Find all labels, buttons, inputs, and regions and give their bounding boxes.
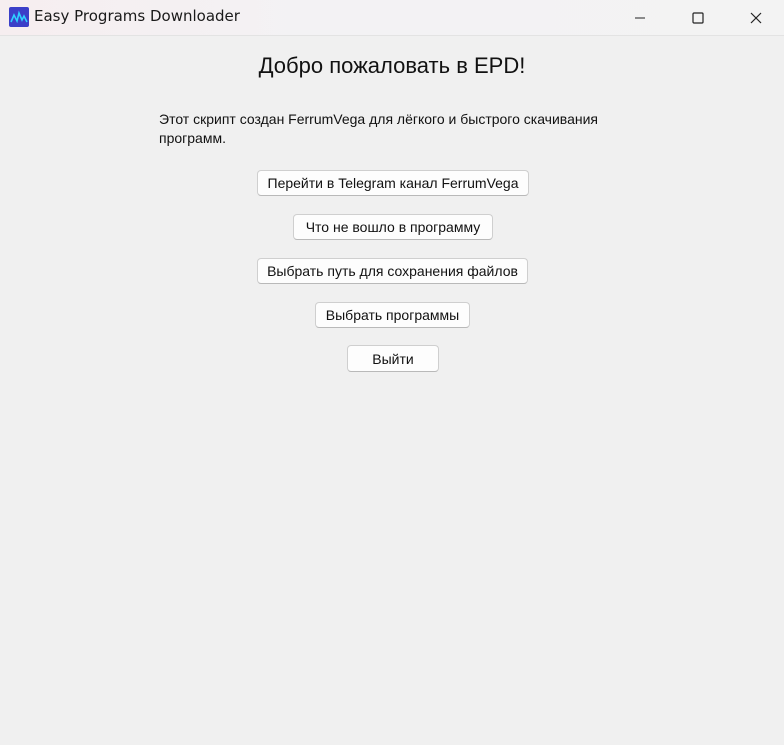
- window-title: Easy Programs Downloader: [34, 7, 240, 25]
- choose-save-path-button[interactable]: Выбрать путь для сохранения файлов: [257, 258, 528, 284]
- welcome-heading: Добро пожаловать в EPD!: [258, 53, 526, 78]
- close-icon: [750, 12, 762, 23]
- telegram-channel-button[interactable]: Перейти в Telegram канал FerrumVega: [257, 170, 529, 196]
- description-text: Этот скрипт создан FerrumVega для лёгког…: [159, 111, 598, 146]
- maximize-button[interactable]: [674, 0, 722, 35]
- exit-button[interactable]: Выйти: [347, 345, 439, 372]
- app-logo-icon: [9, 7, 29, 27]
- close-button[interactable]: [732, 0, 780, 35]
- title-bar[interactable]: Easy Programs Downloader: [0, 0, 784, 36]
- minimize-button[interactable]: [616, 0, 664, 35]
- not-included-button[interactable]: Что не вошло в программу: [293, 214, 493, 240]
- maximize-icon: [692, 11, 704, 24]
- app-window: Easy Programs Downloader Добро пожаловат…: [0, 0, 784, 745]
- minimize-icon: [635, 17, 645, 18]
- choose-programs-button[interactable]: Выбрать программы: [315, 302, 470, 328]
